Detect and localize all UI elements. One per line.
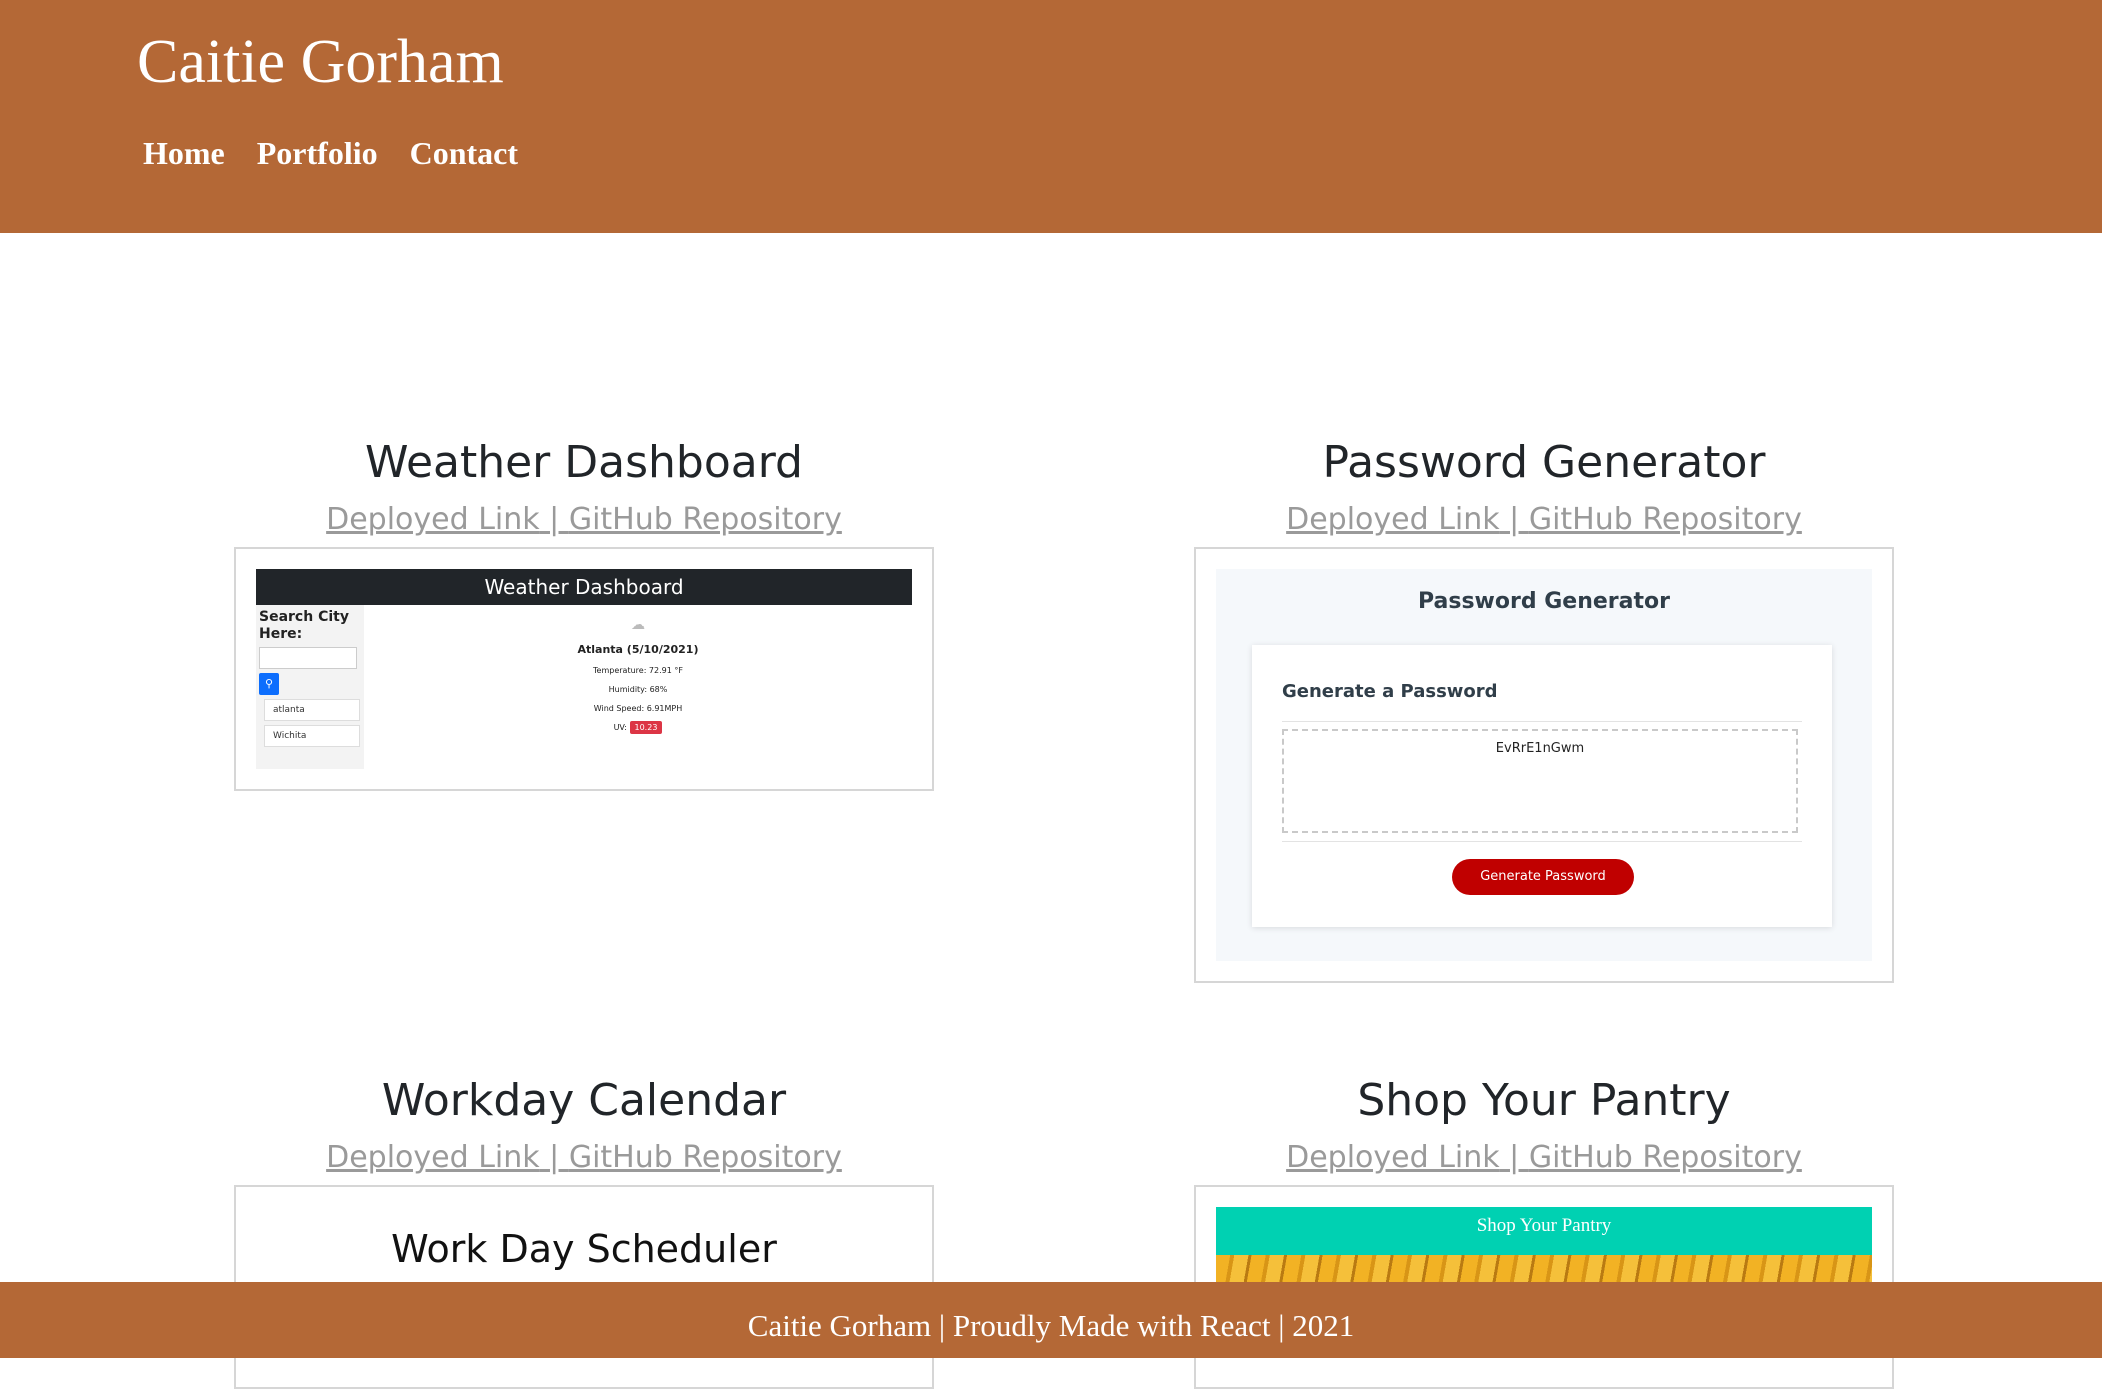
preview-heading: Password Generator xyxy=(1417,589,1670,614)
project-title: Shop Your Pantry xyxy=(1357,1075,1731,1126)
preview-forecast: ☁ Atlanta (5/10/2021) Temperature: 72.91… xyxy=(364,605,912,769)
humidity-text: Humidity: 68% xyxy=(608,685,668,694)
link-separator: | xyxy=(539,502,569,537)
github-repo-link[interactable]: GitHub Repository xyxy=(569,1140,842,1175)
city-history-item: atlanta xyxy=(264,699,360,721)
site-header: Caitie Gorham Home Portfolio Contact xyxy=(0,0,2102,233)
site-title: Caitie Gorham xyxy=(137,28,504,96)
preview-card: Generate a Password EvRrE1nGwm Generate … xyxy=(1252,645,1832,927)
password-preview: Password Generator Generate a Password E… xyxy=(1216,569,1872,961)
deployed-link[interactable]: Deployed Link xyxy=(1286,1140,1500,1175)
project-links: Deployed Link | GitHub Repository xyxy=(1194,499,1894,541)
city-date: Atlanta (5/10/2021) xyxy=(577,643,699,656)
divider xyxy=(1282,841,1802,842)
nav-portfolio-link[interactable]: Portfolio xyxy=(257,128,378,178)
deployed-link[interactable]: Deployed Link xyxy=(326,502,540,537)
uv-badge: 10.23 xyxy=(629,721,663,734)
preview-heading: Work Day Scheduler xyxy=(391,1227,777,1271)
temperature-text: Temperature: 72.91 °F xyxy=(593,666,683,675)
nav-home-link[interactable]: Home xyxy=(143,128,225,178)
project-links: Deployed Link | GitHub Repository xyxy=(234,499,934,541)
wind-text: Wind Speed: 6.91MPH xyxy=(593,704,683,713)
project-links: Deployed Link | GitHub Repository xyxy=(1194,1137,1894,1179)
github-repo-link[interactable]: GitHub Repository xyxy=(1529,1140,1802,1175)
link-separator: | xyxy=(539,1140,569,1175)
password-output: EvRrE1nGwm xyxy=(1282,729,1798,833)
cloud-icon: ☁ xyxy=(631,617,645,633)
preview-sidebar: Search City Here: ⚲ atlanta Wichita xyxy=(256,605,364,769)
link-separator: | xyxy=(1499,1140,1529,1175)
deployed-link[interactable]: Deployed Link xyxy=(1286,502,1500,537)
city-history-item: Wichita xyxy=(264,725,360,747)
project-title: Password Generator xyxy=(1322,437,1766,488)
site-footer: Caitie Gorham | Proudly Made with React … xyxy=(0,1282,2102,1358)
github-repo-link[interactable]: GitHub Repository xyxy=(1529,502,1802,537)
generate-password-button: Generate Password xyxy=(1452,859,1634,895)
uv-index: UV: 10.23 xyxy=(364,721,912,734)
link-separator: | xyxy=(1499,502,1529,537)
nav-contact-link[interactable]: Contact xyxy=(410,128,518,178)
project-title: Workday Calendar xyxy=(381,1075,787,1126)
preview-subheading: Generate a Password xyxy=(1282,681,1498,702)
project-title: Weather Dashboard xyxy=(365,437,803,488)
search-input xyxy=(259,647,357,669)
github-repo-link[interactable]: GitHub Repository xyxy=(569,502,842,537)
search-icon: ⚲ xyxy=(259,673,279,695)
main-nav: Home Portfolio Contact xyxy=(143,128,518,178)
project-links: Deployed Link | GitHub Repository xyxy=(234,1137,934,1179)
preview-title-bar: Weather Dashboard xyxy=(256,569,912,605)
search-label: Search City Here: xyxy=(259,609,349,642)
project-screenshot[interactable]: Weather Dashboard Search City Here: ⚲ at… xyxy=(234,547,934,791)
divider xyxy=(1282,721,1802,722)
deployed-link[interactable]: Deployed Link xyxy=(326,1140,540,1175)
preview-heading: Shop Your Pantry xyxy=(1216,1207,1872,1255)
project-screenshot[interactable]: Password Generator Generate a Password E… xyxy=(1194,547,1894,983)
uv-label: UV: xyxy=(613,723,627,732)
footer-text: Caitie Gorham | Proudly Made with React … xyxy=(747,1308,1355,1343)
weather-preview: Weather Dashboard Search City Here: ⚲ at… xyxy=(256,569,912,769)
